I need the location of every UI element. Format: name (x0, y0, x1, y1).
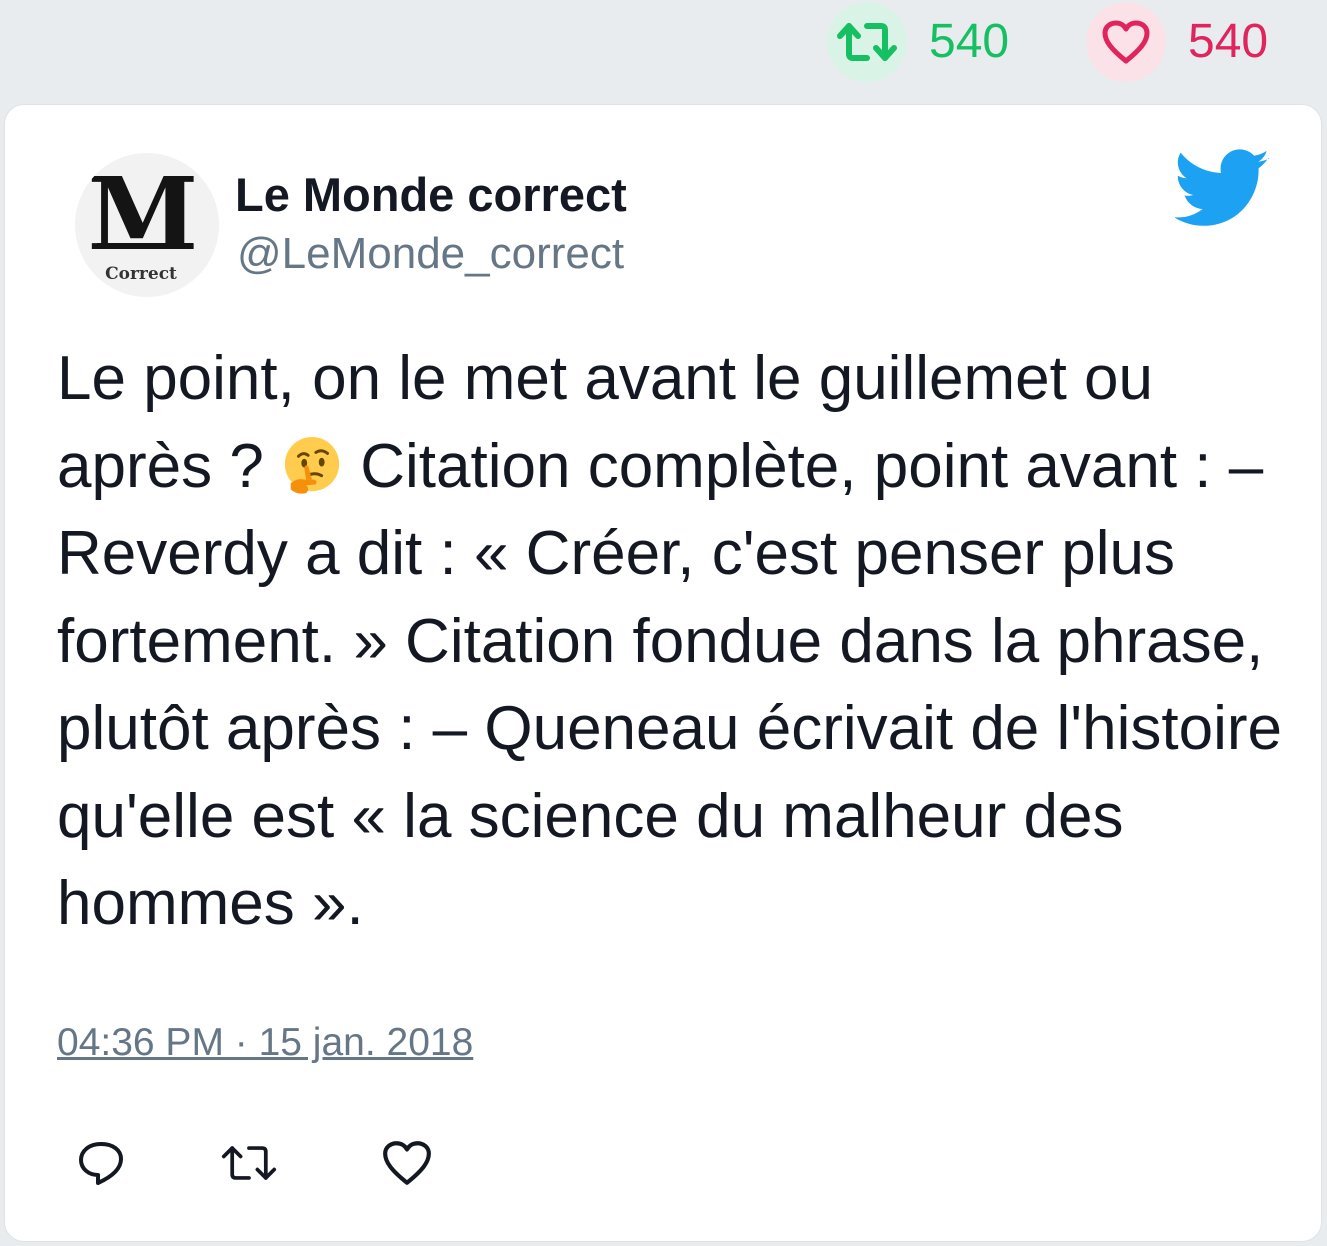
retweet-icon[interactable] (827, 2, 907, 82)
avatar[interactable]: M Correct (75, 153, 219, 297)
svg-text:M: M (88, 155, 199, 273)
retweet-action-icon[interactable] (221, 1135, 277, 1191)
thinking-face-icon (281, 433, 343, 495)
like-stat[interactable]: 540 (1086, 0, 1268, 84)
tweet-card: M Correct Le Monde correct @LeMonde_corr… (4, 104, 1322, 1242)
tweet-text: Le point, on le met avant le guillemet o… (57, 335, 1287, 948)
svg-text:Correct: Correct (105, 264, 177, 284)
reply-icon[interactable] (73, 1135, 129, 1191)
retweet-stat[interactable]: 540 (827, 0, 1009, 84)
like-count: 540 (1188, 15, 1269, 68)
tweet-actions (5, 1135, 1321, 1195)
like-icon[interactable] (379, 1135, 435, 1191)
engagement-stats: 540 540 (0, 0, 1327, 100)
le-monde-logo-icon: M Correct (75, 153, 219, 297)
twitter-bird-icon[interactable] (1173, 149, 1271, 229)
retweet-count: 540 (929, 15, 1010, 68)
heart-icon[interactable] (1086, 2, 1166, 82)
author-name[interactable]: Le Monde correct (235, 167, 627, 222)
tweet-text-part-2: Citation complète, point avant : – Rever… (57, 431, 1282, 939)
tweet-timestamp[interactable]: 04:36 PM · 15 jan. 2018 (57, 1021, 473, 1065)
author-handle[interactable]: @LeMonde_correct (237, 229, 624, 279)
